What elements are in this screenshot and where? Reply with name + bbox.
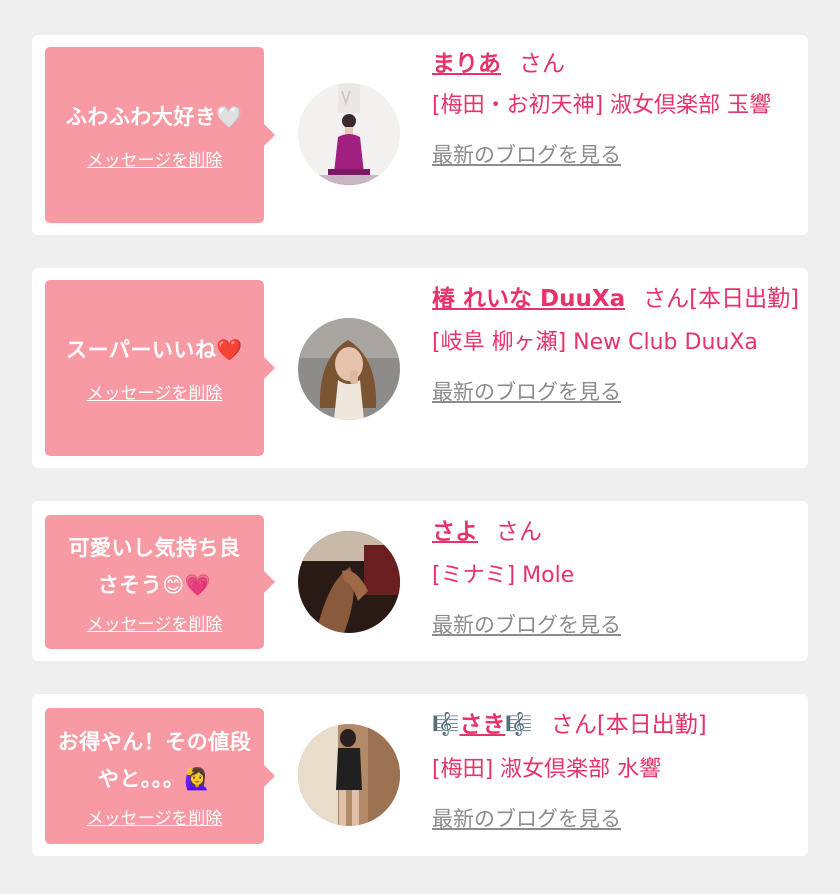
honorific: さん[本日出勤]: [643, 286, 800, 312]
favorite-card: お得やん！その値段やと。。。🙋‍♀️ メッセージを削除 🎼さき🎼 さん[本日出勤]…: [32, 694, 808, 856]
cast-info: まりあ さん [梅田・お初天神] 淑女倶楽部 玉響 最新のブログを見る: [432, 43, 802, 169]
honorific: さん: [496, 519, 542, 545]
shop-name: [ミナミ] Mole: [432, 563, 575, 588]
cast-info: 椿 れいな DuuXa さん[本日出勤] [岐阜 柳ヶ瀬] New Club Du…: [432, 278, 802, 406]
delete-message-link[interactable]: メッセージを削除: [87, 804, 223, 829]
latest-blog-link[interactable]: 最新のブログを見る: [432, 803, 621, 833]
cast-name-link[interactable]: さき: [459, 712, 505, 738]
avatar[interactable]: [298, 83, 400, 185]
message-bubble: ふわふわ大好き🤍 メッセージを削除: [45, 47, 275, 223]
message-text: ふわふわ大好き🤍: [65, 105, 244, 129]
delete-message-link[interactable]: メッセージを削除: [87, 146, 223, 171]
shop-name: [岐阜 柳ヶ瀬] New Club DuuXa: [432, 330, 758, 355]
message-bubble: お得やん！その値段やと。。。🙋‍♀️ メッセージを削除: [45, 708, 275, 844]
name-line: 🎼さき🎼 さん[本日出勤]: [432, 704, 802, 747]
delete-message-link[interactable]: メッセージを削除: [87, 610, 223, 635]
honorific: さん: [519, 51, 565, 77]
delete-message-link[interactable]: メッセージを削除: [87, 379, 223, 404]
latest-blog-link[interactable]: 最新のブログを見る: [432, 609, 621, 639]
favorite-card: ふわふわ大好き🤍 メッセージを削除 まりあ さん [梅田・お初天神] 淑女倶楽部 …: [32, 35, 808, 235]
message-text: 可愛いし気持ち良さそう😊💗: [68, 535, 241, 597]
name-line: まりあ さん: [432, 43, 802, 85]
honorific: さん[本日出勤]: [550, 712, 707, 738]
cast-name-link[interactable]: まりあ: [432, 51, 501, 77]
cast-info: 🎼さき🎼 さん[本日出勤] [梅田] 淑女倶楽部 水響 最新のブログを見る: [432, 704, 802, 833]
music-note-icon: 🎼: [505, 712, 533, 738]
favorite-card: 可愛いし気持ち良さそう😊💗 メッセージを削除 さよ さん [ミナミ] Mole 最…: [32, 501, 808, 661]
shop-name: [梅田・お初天神] 淑女倶楽部 玉響: [432, 93, 772, 118]
avatar[interactable]: [298, 724, 400, 826]
top-edge: [0, 0, 840, 6]
latest-blog-link[interactable]: 最新のブログを見る: [432, 139, 621, 169]
cast-name-link[interactable]: 椿 れいな DuuXa: [432, 286, 625, 312]
name-line: 椿 れいな DuuXa さん[本日出勤]: [432, 278, 802, 320]
latest-blog-link[interactable]: 最新のブログを見る: [432, 376, 621, 406]
favorite-card: スーパーいいね❤️ メッセージを削除 椿 れいな DuuXa さん[本日出勤] […: [32, 268, 808, 468]
message-text: スーパーいいね❤️: [66, 338, 243, 362]
avatar[interactable]: [298, 531, 400, 633]
message-text: お得やん！その値段やと。。。🙋‍♀️: [57, 729, 252, 791]
shop-name: [梅田] 淑女倶楽部 水響: [432, 756, 662, 782]
avatar[interactable]: [298, 318, 400, 420]
message-bubble: 可愛いし気持ち良さそう😊💗 メッセージを削除: [45, 515, 275, 649]
cast-info: さよ さん [ミナミ] Mole 最新のブログを見る: [432, 511, 802, 639]
cast-name-link[interactable]: さよ: [432, 519, 478, 545]
name-line: さよ さん: [432, 511, 802, 553]
message-bubble: スーパーいいね❤️ メッセージを削除: [45, 280, 275, 456]
music-note-icon: 🎼: [432, 712, 460, 738]
